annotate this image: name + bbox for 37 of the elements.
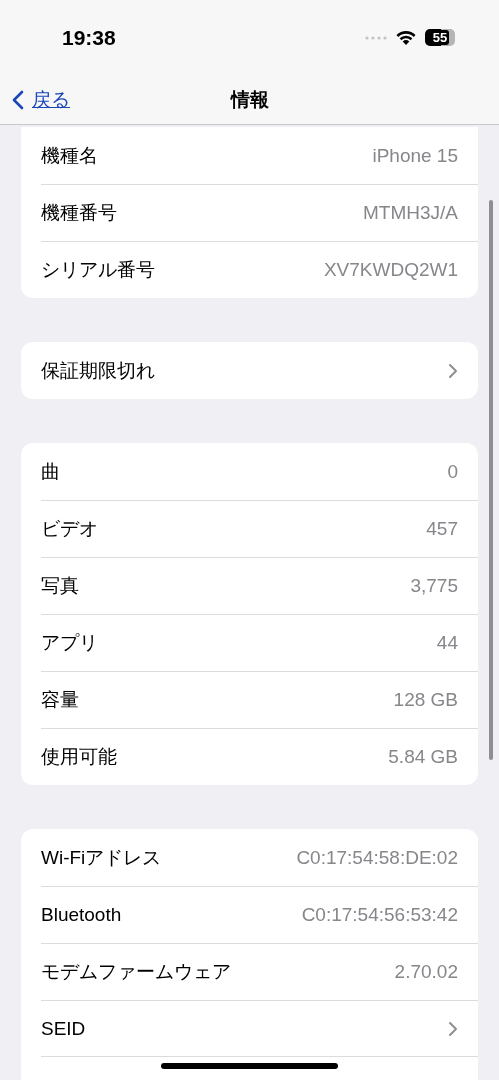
row-value: C0:17:54:58:DE:02 <box>296 846 458 869</box>
row-label: ビデオ <box>41 517 98 541</box>
battery-percent: 55 <box>430 30 450 45</box>
row-label: 機種番号 <box>41 201 117 225</box>
row-label: 曲 <box>41 459 60 484</box>
row-value: 128 GB <box>393 689 458 711</box>
row-label: 写真 <box>41 574 79 598</box>
list-item[interactable]: 保証期限切れ <box>21 342 478 399</box>
row-label: SEID <box>41 1017 86 1040</box>
row-value: 44 <box>436 632 458 654</box>
row-value: MTMH3J/A <box>363 202 458 224</box>
chevron-icon <box>448 362 458 379</box>
row-label: 容量 <box>41 688 79 712</box>
row-label: Wi-Fiアドレス <box>41 845 162 870</box>
home-indicator[interactable] <box>161 1063 338 1069</box>
row-label: 保証期限切れ <box>41 358 155 383</box>
row-value: 0 <box>447 460 458 483</box>
list-item[interactable]: SEID <box>41 1000 478 1057</box>
row-value: XV7KWDQ2W1 <box>323 259 458 281</box>
page-title: 情報 <box>230 87 269 112</box>
row-label: Bluetooth <box>41 904 122 926</box>
row-label: 機種名 <box>41 143 98 168</box>
row-value: 3,775 <box>410 575 458 597</box>
row-value: iPhone 15 <box>372 144 458 167</box>
row-label: シリアル番号 <box>41 258 155 282</box>
status-time: 19:38 <box>62 25 116 50</box>
row-label: アプリ <box>41 631 98 655</box>
chevron-icon <box>448 1020 458 1037</box>
row-label: モデムファームウェア <box>41 960 231 984</box>
row-value: C0:17:54:56:53:42 <box>301 904 458 926</box>
signal-icon <box>365 35 387 40</box>
row-value: 457 <box>426 518 458 540</box>
row-value: 2.70.02 <box>394 961 458 983</box>
row-label: 使用可能 <box>41 745 117 769</box>
back-chevron-icon <box>12 90 24 110</box>
row-value: 5.84 GB <box>388 746 458 768</box>
wifi-icon <box>396 30 416 45</box>
